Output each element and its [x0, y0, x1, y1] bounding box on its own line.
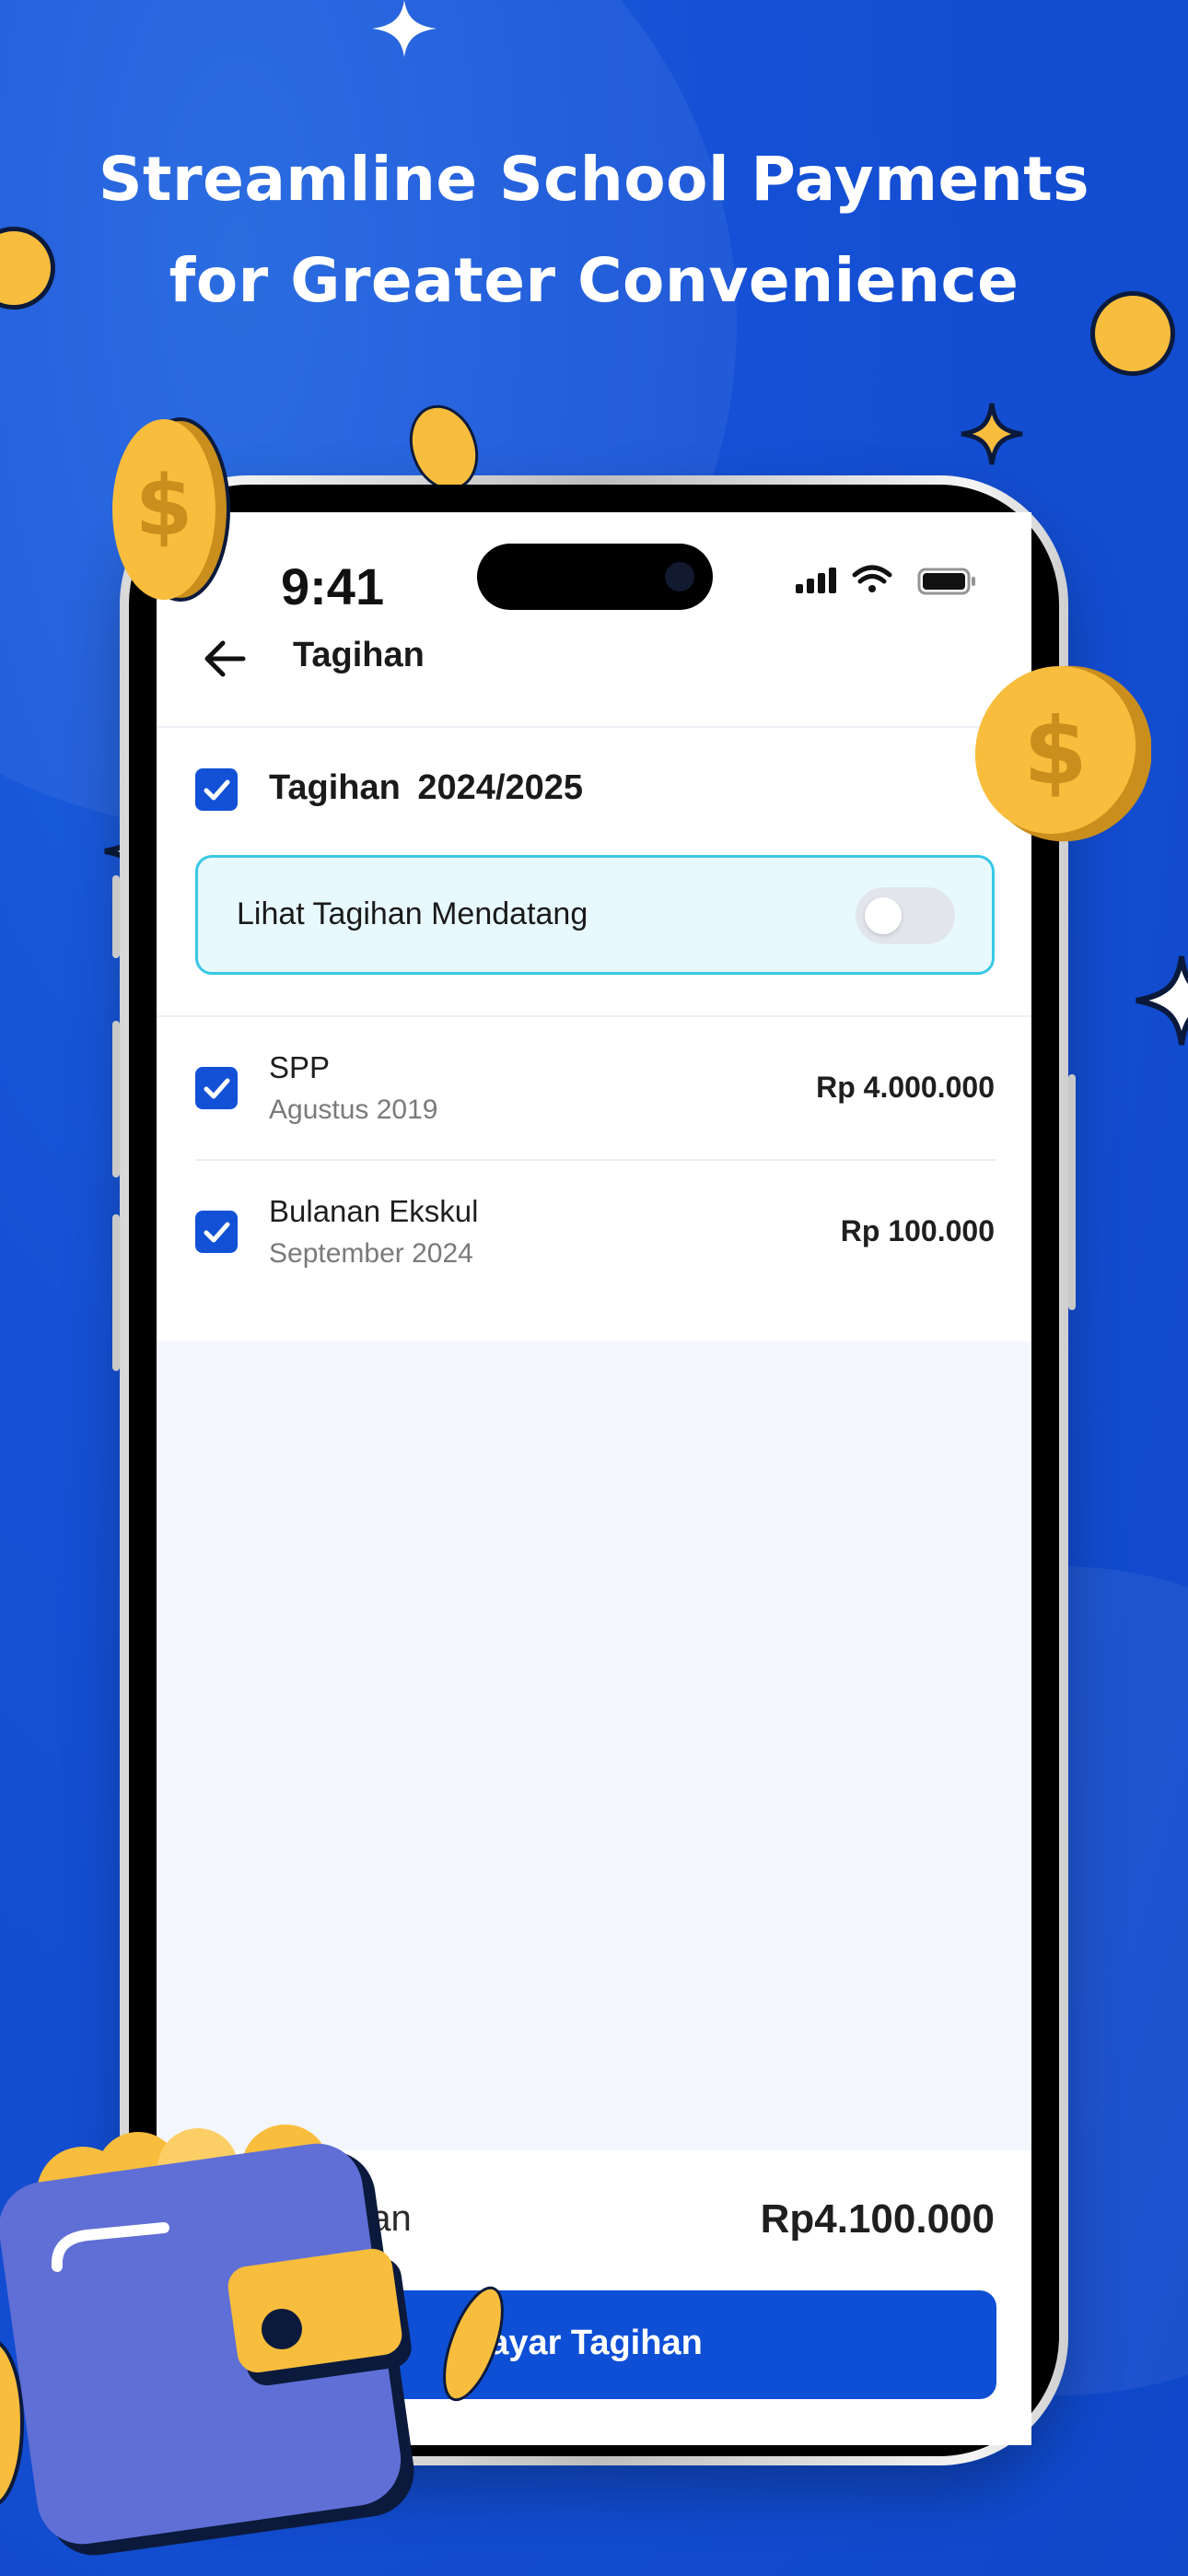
promo-stage: Streamline School Payments for Greater C…	[0, 0, 1188, 2576]
phone-side-button	[112, 1021, 120, 1177]
upcoming-bills-label: Lihat Tagihan Mendatang	[237, 896, 588, 931]
bill-checkbox-ekskul[interactable]	[195, 1211, 238, 1253]
bill-group-title: Tagihan 2024/2025	[269, 768, 584, 807]
phone-side-button	[112, 1214, 120, 1371]
upcoming-bills-toggle[interactable]	[856, 887, 955, 944]
check-icon	[204, 779, 230, 801]
wifi-icon	[852, 565, 892, 592]
dollar-coin-icon: $	[974, 665, 1151, 842]
total-value: Rp4.100.000	[760, 2196, 995, 2242]
headline-line-2: for Greater Convenience	[169, 245, 1019, 316]
svg-text:$: $	[135, 458, 193, 555]
bill-name: SPP	[269, 1050, 331, 1084]
header-divider	[157, 726, 1031, 728]
status-time: 9:41	[281, 557, 385, 615]
bill-period: September 2024	[269, 1238, 473, 1269]
bill-checkbox-spp[interactable]	[195, 1067, 238, 1109]
page-title: Tagihan	[293, 636, 425, 674]
wallet-icon	[0, 2125, 414, 2556]
svg-text:$: $	[1023, 697, 1088, 805]
dollar-coin-icon: $	[112, 417, 230, 602]
dollar-coin-icon	[409, 404, 479, 485]
phone-side-button	[1068, 1074, 1076, 1310]
dollar-coin-icon	[443, 2286, 504, 2402]
arrow-left-icon[interactable]	[201, 638, 249, 680]
bill-amount: Rp 100.000	[840, 1214, 995, 1247]
battery-icon	[917, 568, 975, 595]
sparkle-icon	[961, 403, 1023, 465]
sparkle-icon	[1136, 955, 1188, 1046]
bill-name: Bulanan Ekskul	[269, 1194, 479, 1228]
bill-amount: Rp 4.000.000	[816, 1071, 995, 1104]
sparkle-icon	[372, 0, 437, 57]
group-checkbox[interactable]	[195, 768, 238, 811]
phone-side-button	[112, 875, 120, 958]
row-divider	[195, 1159, 996, 1161]
check-icon	[204, 1078, 230, 1099]
upcoming-bills-box: Lihat Tagihan Mendatang	[195, 855, 995, 975]
front-camera	[665, 562, 694, 591]
headline-line-1: Streamline School Payments	[98, 144, 1090, 215]
headline: Streamline School Payments for Greater C…	[0, 129, 1188, 332]
check-icon	[204, 1222, 230, 1243]
bill-period: Agustus 2019	[269, 1095, 438, 1125]
toggle-knob	[865, 897, 902, 934]
coin-dot-decoration	[1090, 291, 1175, 376]
signal-icon	[796, 568, 836, 593]
section-divider	[157, 1015, 1031, 1017]
status-icons	[796, 565, 975, 595]
